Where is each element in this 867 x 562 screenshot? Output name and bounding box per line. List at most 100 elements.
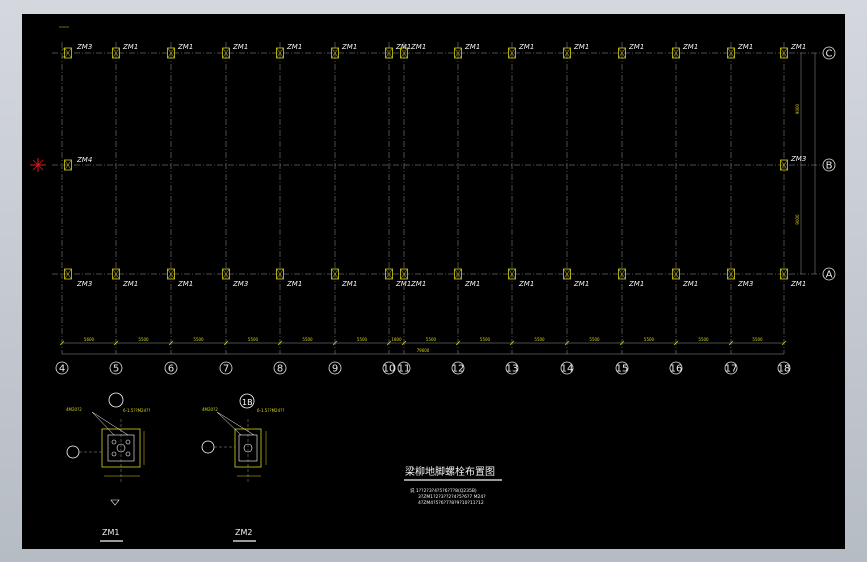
bay-dim: 5500 xyxy=(248,337,259,342)
marker-label: ZM4 xyxy=(76,156,92,164)
marker-label: ZM1 xyxy=(518,43,534,51)
col-label: 15 xyxy=(616,364,629,375)
anchor-marker[interactable]: ZM1 xyxy=(454,43,481,59)
bay-dim: 5500 xyxy=(534,337,545,342)
anchor-marker[interactable]: ZM1 xyxy=(508,268,535,288)
anchor-marker[interactable]: ZM3 xyxy=(780,155,807,171)
anchor-marker[interactable]: ZM3 xyxy=(727,268,754,288)
marker-label: ZM1 xyxy=(464,43,480,51)
bay-dim: 5600 xyxy=(84,337,95,342)
marker-label: ZM1 xyxy=(410,43,426,51)
drawing-title: 梁柳地脚螺栓布置图 xyxy=(405,465,495,478)
marker-label: ZM1 xyxy=(177,43,193,51)
marker-label: ZM3 xyxy=(737,280,753,288)
col-label: 12 xyxy=(452,364,465,375)
col-label: 16 xyxy=(670,364,683,375)
bay-dim: 5500 xyxy=(138,337,149,342)
bay-dim: 5500 xyxy=(480,337,491,342)
right-dim: 9000 xyxy=(795,103,800,114)
anchor-marker[interactable]: ZM1 xyxy=(563,268,590,288)
anchor-marker[interactable]: ZM1 xyxy=(727,43,754,59)
col-label: 10 xyxy=(383,364,396,375)
drawing-canvas[interactable]: 5600 5500 5500 5500 5500 5500 1800 5500 5500 5500… xyxy=(22,14,845,549)
anchor-marker[interactable]: ZM3 xyxy=(64,43,93,59)
col-label: 11 xyxy=(398,364,411,375)
grid-labels: 4 5 6 7 8 9 10 11 12 13 14 15 16 17 18 C B A xyxy=(55,46,836,375)
title-block: 梁柳地脚螺栓布置图 说 1??2?3?4?5?6?7?8(Q235B) 3?ZM… xyxy=(404,465,502,506)
detail-bubble-icon xyxy=(108,392,124,408)
anchor-marker[interactable]: ZM1 xyxy=(331,43,358,59)
marker-label: ZM1 xyxy=(286,280,302,288)
row-label: B xyxy=(826,161,833,172)
marker-label: ZM1 xyxy=(682,280,698,288)
col-label: 5 xyxy=(113,364,119,375)
marker-label: ZM1 xyxy=(395,43,411,51)
anchor-marker[interactable]: ZM1 xyxy=(780,43,807,59)
marker-label: ZM1 xyxy=(628,43,644,51)
anchor-marker[interactable]: ZM3 xyxy=(222,268,249,288)
col-label: 13 xyxy=(506,364,519,375)
marker-label: ZM1 xyxy=(395,280,411,288)
bay-dim: 5500 xyxy=(357,337,368,342)
col-label: 6 xyxy=(168,364,174,375)
row-label: A xyxy=(826,270,833,281)
marker-label: ZM1 xyxy=(341,280,357,288)
marker-label: ZM1 xyxy=(286,43,302,51)
bay-dim: 5500 xyxy=(302,337,313,342)
bay-dim: 5500 xyxy=(644,337,655,342)
foundation-plan: 5600 5500 5500 5500 5500 5500 1800 5500 5500 5500… xyxy=(30,26,836,542)
anchor-marker[interactable]: ZM1 xyxy=(331,268,358,288)
anchor-marker[interactable]: ZM1 xyxy=(508,43,535,59)
anchor-marker[interactable]: ZM3 xyxy=(64,268,93,288)
marker-label: ZM3 xyxy=(76,43,92,51)
col-label: 4 xyxy=(59,364,65,375)
marker-label: ZM1 xyxy=(177,280,193,288)
marker-label: ZM1 xyxy=(573,280,589,288)
anchor-marker[interactable]: ZM1 xyxy=(454,268,481,288)
anchor-marker[interactable]: ZM1 xyxy=(112,43,139,59)
marker-label: ZM1 xyxy=(790,280,806,288)
marker-label: ZM1 xyxy=(410,280,426,288)
row-label: C xyxy=(826,49,833,60)
col-label: 18 xyxy=(778,364,791,375)
anchor-markers: ZM3 ZM1 ZM1 ZM1 ZM1 ZM1 ZM1 ZM1 ZM1 ZM1 ZM1 ZM1 ZM1 Z… xyxy=(62,43,806,288)
detail-zm2: 1B 4M20?2 6-1.5??M24?? ZM2 xyxy=(201,393,284,542)
anchor-marker[interactable]: ZM1 xyxy=(672,43,699,59)
anchor-marker[interactable]: ZM1 xyxy=(276,43,303,59)
detail-bubble-icon xyxy=(66,445,80,459)
marker-label: ZM3 xyxy=(232,280,248,288)
anchor-marker[interactable]: ZM4 xyxy=(64,156,93,171)
total-dim: 79600 xyxy=(417,348,430,353)
anchor-marker[interactable]: ZM1 xyxy=(563,43,590,59)
detail-label-zm2: ZM2 xyxy=(235,528,252,537)
anchor-marker[interactable]: ZM1 xyxy=(672,268,699,288)
marker-label: ZM1 xyxy=(628,280,644,288)
marker-label: ZM1 xyxy=(518,280,534,288)
detail-zm1: 4M20?2 6-1.5??M24?? ZM1 xyxy=(66,392,150,542)
marker-label: ZM1 xyxy=(790,43,806,51)
anchor-marker[interactable]: ZM1 xyxy=(222,43,249,59)
anchor-marker[interactable]: ZM1 xyxy=(780,268,807,288)
grid-lines xyxy=(52,42,822,354)
bay-dim: 5500 xyxy=(426,337,437,342)
anchor-marker[interactable]: ZM1 xyxy=(167,43,194,59)
detail-callout: 4M20?2 xyxy=(66,407,82,412)
detail-dim-label: 6-1.5??M24?? xyxy=(257,408,284,413)
anchor-marker[interactable]: ZM1 xyxy=(618,268,645,288)
marker-label: ZM1 xyxy=(464,280,480,288)
anchor-marker[interactable]: ZM1 xyxy=(167,268,194,288)
anchor-marker[interactable]: ZM1 xyxy=(618,43,645,59)
marker-label: ZM1 xyxy=(122,280,138,288)
detail-dim-label: 6-1.5??M24?? xyxy=(123,408,150,413)
col-label: 9 xyxy=(332,364,338,375)
note-line-3: 4?ZM4?5?6?7?8?9?10?11?12 xyxy=(418,500,484,506)
right-dim: 9000 xyxy=(795,214,800,225)
col-label: 7 xyxy=(223,364,229,375)
anchor-marker[interactable]: ZM1 xyxy=(276,268,303,288)
marker-label: ZM1 xyxy=(573,43,589,51)
north-arrow-icon xyxy=(30,158,46,172)
marker-label: ZM3 xyxy=(76,280,92,288)
anchor-marker[interactable]: ZM1 xyxy=(112,268,139,288)
bay-dim: 5500 xyxy=(698,337,709,342)
col-label: 8 xyxy=(277,364,283,375)
